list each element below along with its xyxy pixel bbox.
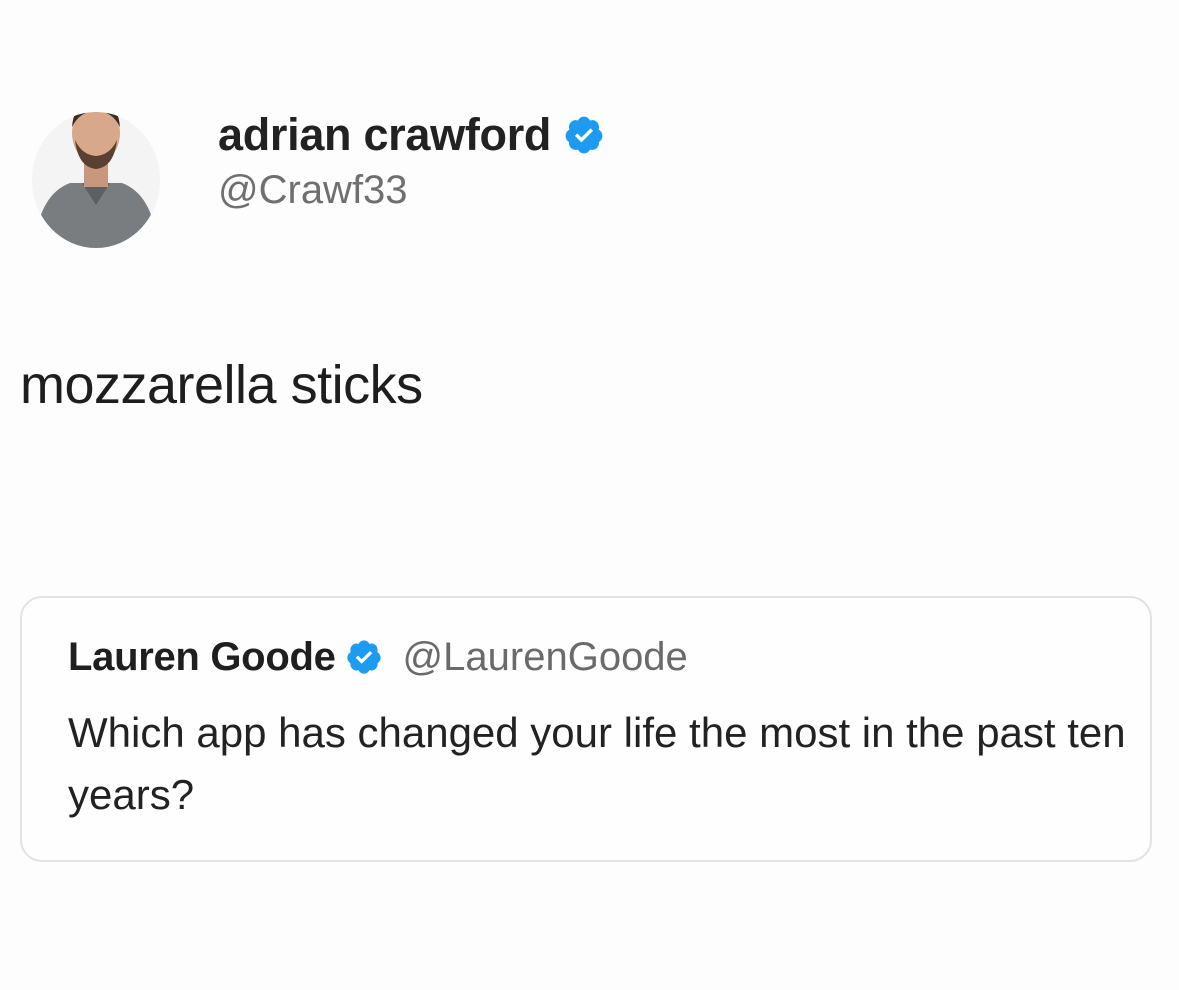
verified-badge-icon: [563, 114, 605, 156]
author-info: adrian crawford @Crawf33: [218, 108, 605, 213]
avatar[interactable]: [30, 85, 162, 250]
tweet: adrian crawford @Crawf33 mozzarella stic…: [0, 0, 1179, 990]
quoted-display-name[interactable]: Lauren Goode: [68, 635, 336, 680]
quoted-tweet-header: Lauren Goode @LaurenGoode: [68, 632, 688, 682]
verified-badge-icon: [345, 638, 383, 676]
display-name[interactable]: adrian crawford: [218, 109, 551, 161]
tweet-text: mozzarella sticks: [20, 355, 423, 415]
handle[interactable]: @Crawf33: [218, 168, 605, 213]
display-name-row: adrian crawford: [218, 108, 605, 162]
quoted-tweet-card[interactable]: Lauren Goode @LaurenGoode Which app has …: [20, 596, 1152, 862]
quoted-handle[interactable]: @LaurenGoode: [403, 635, 688, 680]
quoted-tweet-text: Which app has changed your life the most…: [68, 709, 1126, 818]
avatar-image: [32, 112, 160, 248]
